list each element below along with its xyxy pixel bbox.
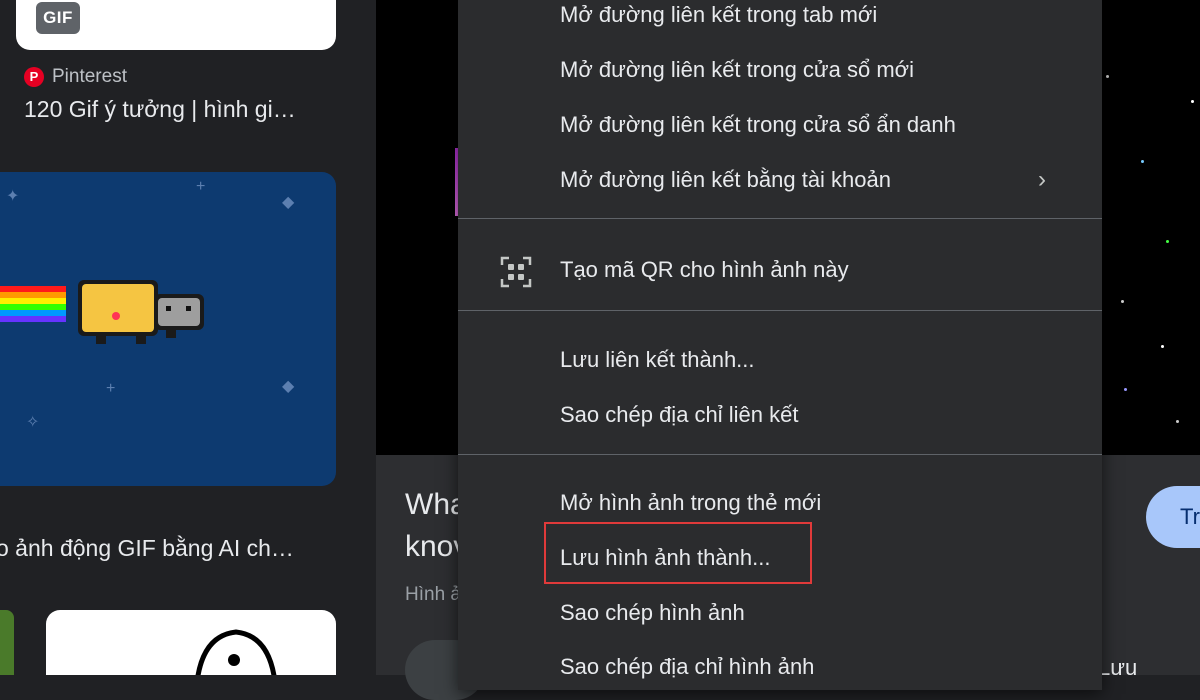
menu-item-open-link-incognito[interactable]: Mở đường liên kết trong cửa sổ ẩn danh (458, 100, 1102, 150)
source-name: Pinterest (52, 66, 127, 87)
menu-item-label: Lưu liên kết thành... (560, 347, 755, 372)
result-source[interactable]: P Pinterest (24, 66, 127, 88)
context-menu: Mở đường liên kết trong tab mới Mở đường… (458, 0, 1102, 690)
qr-code-icon (500, 256, 532, 288)
menu-separator (458, 218, 1102, 219)
menu-item-label: Tạo mã QR cho hình ảnh này (560, 257, 849, 282)
menu-item-open-link-new-window[interactable]: Mở đường liên kết trong cửa sổ mới (458, 45, 1102, 95)
menu-separator (458, 454, 1102, 455)
menu-item-label: Mở đường liên kết trong tab mới (560, 2, 878, 27)
menu-separator (458, 310, 1102, 311)
chevron-right-icon: › (1038, 166, 1046, 193)
search-results-column: GIF P Pinterest 120 Gif ý tưởng | hình g… (0, 0, 376, 675)
result-title-2[interactable]: o ảnh động GIF bằng AI ch… (0, 535, 294, 562)
menu-item-save-link-as[interactable]: Lưu liên kết thành... (458, 335, 1102, 385)
menu-item-label: Mở đường liên kết bằng tài khoản (560, 167, 891, 192)
pinterest-icon: P (24, 67, 44, 87)
nyan-cat-image (0, 280, 204, 344)
menu-item-label: Sao chép địa chỉ hình ảnh (560, 654, 815, 679)
visit-button[interactable]: Tr (1146, 486, 1200, 548)
menu-item-label: Sao chép hình ảnh (560, 600, 745, 625)
menu-item-open-link-new-tab[interactable]: Mở đường liên kết trong tab mới (458, 0, 1102, 40)
menu-item-copy-link-address[interactable]: Sao chép địa chỉ liên kết (458, 390, 1102, 440)
menu-item-label: Sao chép địa chỉ liên kết (560, 402, 799, 427)
menu-item-copy-image-address[interactable]: Sao chép địa chỉ hình ảnh (458, 642, 1102, 692)
info-subtitle: Hình ả (405, 584, 461, 605)
menu-item-copy-image[interactable]: Sao chép hình ảnh (458, 588, 1102, 638)
menu-item-label: Mở đường liên kết trong cửa sổ mới (560, 57, 914, 82)
result-card-partial[interactable] (0, 610, 14, 675)
gif-badge: GIF (36, 2, 80, 34)
menu-item-open-image-new-tab[interactable]: Mở hình ảnh trong thẻ mới (458, 478, 1102, 528)
cartoon-face-image (195, 629, 277, 675)
save-button[interactable]: Lưu (1098, 655, 1137, 681)
result-title[interactable]: 120 Gif ý tưởng | hình gi… (24, 96, 296, 123)
highlight-annotation-box (544, 522, 812, 584)
menu-item-label: Mở đường liên kết trong cửa sổ ẩn danh (560, 112, 956, 137)
menu-item-open-link-as-account[interactable]: Mở đường liên kết bằng tài khoản › (458, 155, 1102, 205)
result-card-nyan-cat[interactable]: ✦ + ◆ + ◆ ✧ (0, 172, 336, 486)
menu-item-label: Mở hình ảnh trong thẻ mới (560, 490, 822, 515)
menu-item-create-qr[interactable]: Tạo mã QR cho hình ảnh này (458, 245, 1102, 295)
result-card-drawing[interactable] (46, 610, 336, 675)
